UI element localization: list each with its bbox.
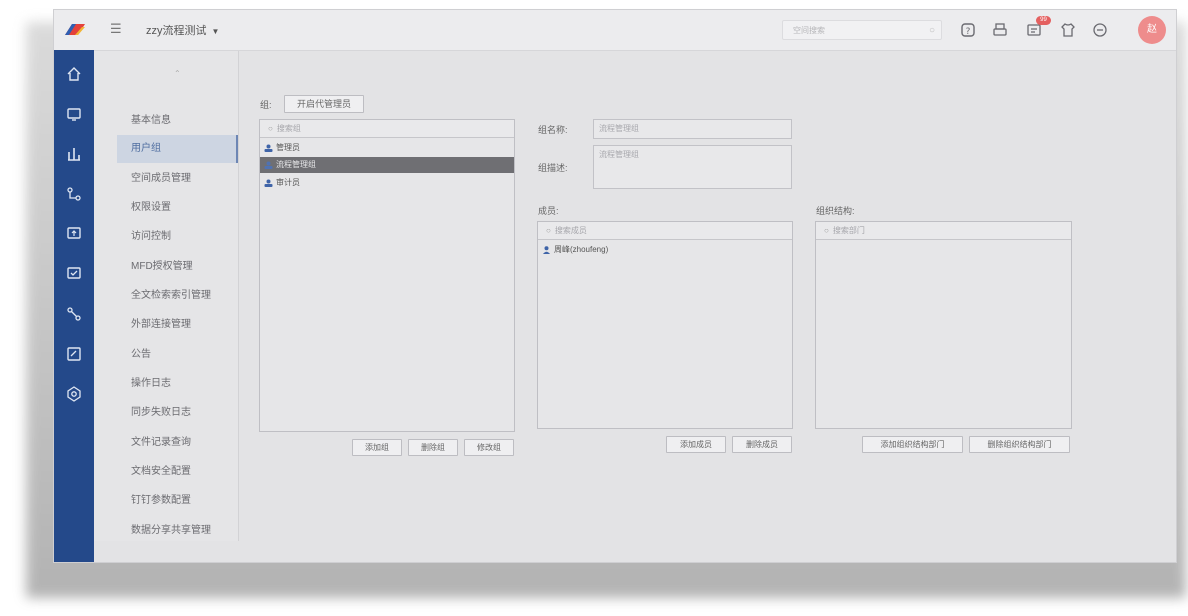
menu-item-mfd-auth[interactable]: MFD授权管理 [117,253,238,281]
search-icon: ○ [268,124,273,133]
member-name: 周峰(zhoufeng) [554,245,609,254]
menu-item-dingtalk-config[interactable]: 钉钉参数配置 [117,487,238,515]
org-structure-panel: ○ 搜索部门 [815,221,1072,429]
home-icon[interactable] [66,66,82,82]
bar-chart-icon[interactable] [66,146,82,162]
add-org-dept-button[interactable]: 添加组织结构部门 [862,436,963,453]
members-panel: ○ 搜索成员 周峰(zhoufeng) [537,221,793,429]
members-search-input[interactable]: ○ 搜索成员 [538,222,792,240]
menu-item-sync-failure-log[interactable]: 同步失败日志 [117,399,238,427]
members-search-placeholder: 搜索成员 [554,226,587,235]
group-row-auditor[interactable]: 审计员 [260,175,514,191]
app-window: ☰ zzy流程测试 ▼ 空间搜索 ○ ? 99 赵 ⌃ 基本信息 用户组 空间成员… [54,10,1176,562]
delete-group-button[interactable]: 删除组 [408,439,458,456]
menu-item-permissions[interactable]: 权限设置 [117,194,238,222]
chevron-up-icon[interactable]: ⌃ [174,69,181,78]
groups-panel: ○ 搜索组 管理员 流程管理组 审计员 [259,119,515,432]
member-row[interactable]: 周峰(zhoufeng) [538,242,792,258]
group-name-label: 组名称: [538,125,568,135]
chevron-down-icon: ▼ [211,27,220,36]
svg-text:?: ? [966,27,971,37]
top-bar: ☰ zzy流程测试 ▼ 空间搜索 ○ ? 99 赵 [54,10,1176,51]
search-icon: ○ [546,226,551,235]
add-group-button[interactable]: 添加组 [352,439,402,456]
menu-toggle-icon[interactable]: ☰ [110,22,124,36]
icon-rail [54,50,94,562]
workspace-name: zzy流程测试 [146,25,207,37]
monitor-icon[interactable] [66,106,82,122]
members-label: 成员: [538,206,559,216]
group-icon [264,179,273,187]
org-search-placeholder: 搜索部门 [832,226,865,235]
help-icon[interactable]: ? [960,22,976,38]
group-row-admin[interactable]: 管理员 [260,140,514,156]
screen-share-icon[interactable] [66,226,82,242]
menu-item-user-groups[interactable]: 用户组 [117,135,238,163]
group-icon [264,144,273,152]
menu-item-file-records[interactable]: 文件记录查询 [117,429,238,457]
settings-gear-icon[interactable] [66,386,82,402]
org-structure-label: 组织结构: [816,206,855,216]
delete-org-dept-button[interactable]: 删除组织结构部门 [969,436,1070,453]
menu-item-data-sharing[interactable]: 数据分享共享管理 [117,517,238,541]
share-link-icon[interactable] [66,306,82,322]
print-icon[interactable] [992,22,1008,38]
menu-item-doc-security[interactable]: 文档安全配置 [117,458,238,486]
minus-circle-icon[interactable] [1092,22,1108,38]
menu-item-operation-log[interactable]: 操作日志 [117,370,238,398]
menu-item-basic-info[interactable]: 基本信息 [117,107,238,135]
groups-search-placeholder: 搜索组 [276,124,301,133]
user-avatar[interactable]: 赵 [1138,16,1166,44]
org-tree-icon[interactable] [66,186,82,202]
group-name-field[interactable]: 流程管理组 [593,119,792,139]
group-name: 管理员 [276,143,300,152]
notification-badge: 99 [1036,16,1051,25]
group-name: 审计员 [276,178,300,187]
workspace-selector[interactable]: zzy流程测试 ▼ [146,22,219,38]
global-search-input[interactable]: 空间搜索 ○ [782,20,942,40]
delete-member-button[interactable]: 删除成员 [732,436,792,453]
settings-side-menu: ⌃ 基本信息 用户组 空间成员管理 权限设置 访问控制 MFD授权管理 全文检索… [94,51,239,541]
check-monitor-icon[interactable] [66,266,82,282]
menu-item-external-links[interactable]: 外部连接管理 [117,311,238,339]
org-search-input[interactable]: ○ 搜索部门 [816,222,1071,240]
groups-label: 组: [260,100,272,110]
menu-item-announcements[interactable]: 公告 [117,341,238,369]
group-name: 流程管理组 [276,160,316,169]
menu-item-access-control[interactable]: 访问控制 [117,223,238,251]
shirt-icon[interactable] [1060,22,1076,38]
menu-item-space-members[interactable]: 空间成员管理 [117,165,238,193]
add-member-button[interactable]: 添加成员 [666,436,726,453]
group-desc-label: 组描述: [538,163,568,173]
search-icon: ○ [928,25,935,36]
menu-item-fulltext-index[interactable]: 全文检索索引管理 [117,282,238,310]
edit-doc-icon[interactable] [66,346,82,362]
enable-delegate-admin-button[interactable]: 开启代管理员 [284,95,364,113]
edit-group-button[interactable]: 修改组 [464,439,514,456]
groups-search-input[interactable]: ○ 搜索组 [260,120,514,138]
group-desc-field[interactable]: 流程管理组 [593,145,792,189]
search-icon: ○ [824,226,829,235]
user-icon [543,246,550,254]
group-row-process-admin[interactable]: 流程管理组 [260,157,514,173]
global-search-placeholder: 空间搜索 [793,26,825,35]
app-logo-icon[interactable] [64,21,86,39]
group-icon [264,161,273,169]
